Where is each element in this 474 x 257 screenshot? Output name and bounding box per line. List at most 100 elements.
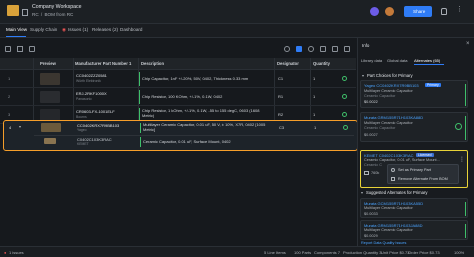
row-number: 4 <box>9 125 12 130</box>
column-preview[interactable]: Preview <box>40 61 56 66</box>
alternate-description: Ceramic Capacitor, 0.01 uF, Surface Moun… <box>364 158 440 162</box>
tab-library-data[interactable]: Library data <box>361 58 382 63</box>
breadcrumb-root[interactable]: RC <box>32 12 39 17</box>
quantity-cell[interactable]: 1 <box>314 125 316 130</box>
more-icon[interactable]: ⋮ <box>456 5 463 13</box>
share-button[interactable]: Share <box>404 6 432 17</box>
primary-sub: Ceramic Capacitor <box>364 94 396 98</box>
check-icon <box>342 112 347 117</box>
expand-icon[interactable] <box>332 46 338 52</box>
more-icon[interactable]: ⋮ <box>459 156 465 163</box>
licensed-badge: Licensed <box>416 153 434 157</box>
designator-cell[interactable]: R1 <box>278 94 283 99</box>
workspace-name[interactable]: Company Workspace <box>32 4 82 10</box>
tab-dashboard[interactable]: Dashboard <box>120 27 142 32</box>
manufacturer-cell: Panasonic <box>76 97 92 101</box>
part-choices-heading[interactable]: Part Choices for Primary <box>367 73 413 78</box>
description-cell[interactable]: Chip Resistor, 100 KOhm, +/-1%, 0.1W, 04… <box>142 94 272 99</box>
suggested-part-card[interactable]: Murata GCM155R71H103KA55D Multilayer Cer… <box>360 198 468 218</box>
quantity-cell[interactable]: 1 <box>313 112 315 117</box>
issues-count[interactable]: 1 issues <box>9 250 24 255</box>
part-thumbnail <box>41 123 61 132</box>
alternate-price: $0.0027 <box>364 133 378 137</box>
menu-item-set-primary[interactable]: Set as Primary Part <box>398 168 431 172</box>
designator-cell[interactable]: C3 <box>279 125 284 130</box>
layout-icon[interactable] <box>320 46 326 52</box>
stock-icon <box>364 171 369 175</box>
report-issues-link[interactable]: Report Data Quality Issues <box>361 241 406 245</box>
table-row[interactable]: 1 CC0402ZZZ0581 Würth Elektronik Chip Ca… <box>0 70 356 88</box>
description-cell[interactable]: Multilayer Ceramic Capacitor, 0.01 uF, 5… <box>143 122 273 132</box>
chevron-down-icon[interactable]: ▾ <box>361 190 363 195</box>
primary-mpn[interactable]: Yageo CC0402KRX7R9BB103 <box>364 83 419 88</box>
tab-alternates[interactable]: Alternates (65) <box>414 58 440 63</box>
column-mpn[interactable]: Manufacturer Part Number 1 <box>75 61 131 66</box>
description-cell[interactable]: Chip Resistor, 1 kOhm, +/-1%, 0.1W, -55 … <box>142 108 272 118</box>
alternate-part-card[interactable]: Murata GRM155R71H103KA88D Multilayer Cer… <box>360 112 468 142</box>
column-designator[interactable]: Designator <box>277 61 299 66</box>
table-row[interactable]: 2 ERJ-2RKF1000X Panasonic Chip Resistor,… <box>0 88 356 106</box>
close-icon[interactable]: × <box>466 41 470 47</box>
menu-item-remove-alternate[interactable]: Remove Alternate From BOM <box>398 177 448 181</box>
notifications-icon[interactable] <box>441 8 447 15</box>
mpn-cell[interactable]: CR0603-FX-1001ELF <box>76 109 134 114</box>
view-toggle-icon[interactable] <box>296 46 302 52</box>
suggested-part-card[interactable]: Murata GRM155R71H103JA88D Multilayer Cer… <box>360 220 468 240</box>
primary-badge: Primary <box>425 83 441 87</box>
production-quantity[interactable]: Production Quantity 3 <box>343 250 381 255</box>
breadcrumb-document[interactable]: BOM from RC <box>44 12 73 17</box>
avatar[interactable] <box>370 7 379 16</box>
alternate-sub: Ceramic Capacitor <box>364 126 396 130</box>
status-indicator <box>139 72 141 86</box>
alternate-mpn[interactable]: Murata GRM155R71H103KA88D <box>364 115 423 120</box>
issues-icon: ◉ <box>62 27 67 32</box>
line-items-count: 5 Line Items <box>264 250 286 255</box>
tab-issues[interactable]: Issues (1) <box>68 27 88 32</box>
tab-releases[interactable]: Releases (2) <box>92 27 118 32</box>
column-description[interactable]: Description <box>141 61 164 66</box>
status-bar: ● 1 issues 5 Line Items 100 Parts Compon… <box>0 246 474 257</box>
grid-toolbar <box>0 39 356 58</box>
quantity-cell[interactable]: 1 <box>313 76 315 81</box>
unit-price: Unit Price $0.73 <box>381 250 410 255</box>
add-column-icon[interactable] <box>5 46 11 52</box>
suggested-alternates-heading[interactable]: Suggested Alternates for Primary <box>366 190 427 195</box>
status-indicator <box>465 116 467 140</box>
designator-cell[interactable]: R2 <box>278 112 283 117</box>
designator-cell[interactable]: C1 <box>278 76 283 81</box>
quantity-cell[interactable]: 1 <box>313 94 315 99</box>
search-icon[interactable] <box>308 46 314 52</box>
description-cell[interactable]: Chip Capacitor, 1nF +/-20%, 50V, 0402, T… <box>142 76 272 81</box>
issues-icon: ● <box>4 250 7 255</box>
download-icon[interactable] <box>344 46 350 52</box>
tab-supply-chain[interactable]: Supply Chain <box>30 27 57 32</box>
avatar[interactable] <box>385 7 394 16</box>
view-tabs: Main View Supply Chain ◉ Issues (1) Rele… <box>0 24 474 38</box>
active-tab-indicator <box>6 36 26 37</box>
column-quantity[interactable]: Quantity <box>313 61 330 66</box>
panel-header: Info <box>362 43 370 48</box>
suggested-description: Multilayer Ceramic Capacitor <box>364 206 413 210</box>
primary-part-card[interactable]: Yageo CC0402KRX7R9BB103 Primary Multilay… <box>360 80 468 108</box>
breadcrumb: RC / BOM from RC <box>32 12 73 17</box>
tab-main-view[interactable]: Main View <box>6 27 27 32</box>
context-menu: Set as Primary Part Remove Alternate Fro… <box>387 164 459 184</box>
manufacturer-cell: Würth Elektronik <box>76 79 101 83</box>
workspace-logo[interactable] <box>7 5 19 16</box>
gear-icon[interactable] <box>284 46 290 52</box>
tab-global-data[interactable]: Global data <box>387 58 407 63</box>
chevron-down-icon[interactable]: ▾ <box>19 124 21 129</box>
part-thumbnail <box>40 73 60 85</box>
check-icon <box>342 94 347 99</box>
mpn-cell[interactable]: CC0402ZZZ0581 <box>76 73 134 78</box>
mpn-cell[interactable]: ERJ-2RKF1000X <box>76 91 134 96</box>
remove-icon <box>391 177 395 181</box>
status-indicator <box>465 224 467 238</box>
chevron-down-icon[interactable]: ▾ <box>362 73 364 78</box>
primary-description: Multilayer Ceramic Capacitor <box>364 89 413 93</box>
sort-icon[interactable] <box>29 46 35 52</box>
add-icon[interactable] <box>455 123 462 130</box>
zoom-level[interactable]: 100% <box>454 250 464 255</box>
filter-icon[interactable] <box>17 46 23 52</box>
manufacturer-cell: Bourns <box>76 115 87 119</box>
